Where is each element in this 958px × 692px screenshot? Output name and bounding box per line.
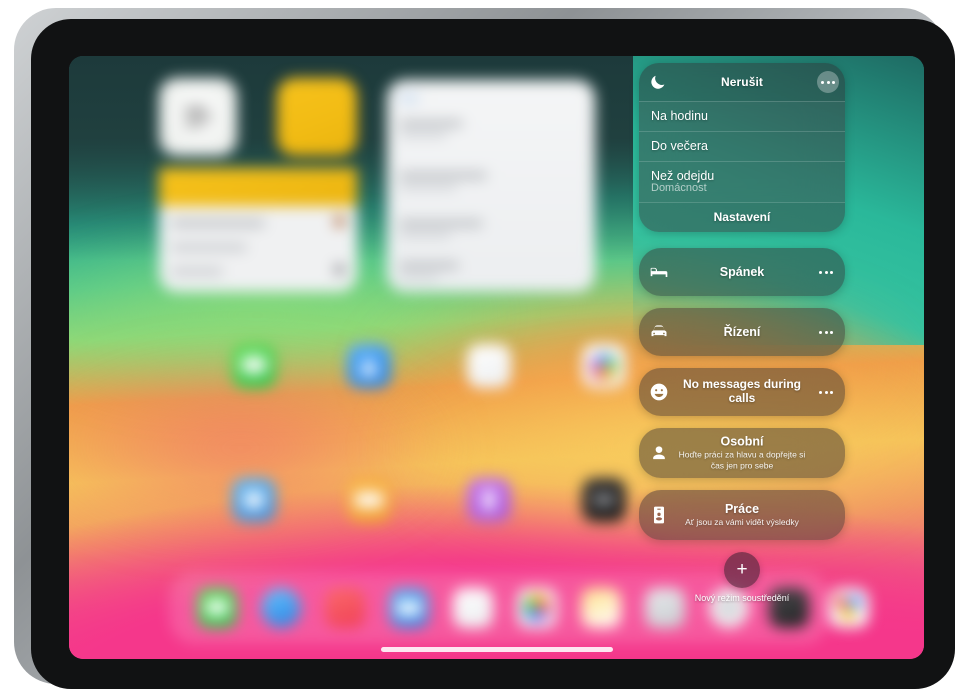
focus-mode-text: Práce Ať jsou za vámi vidět výsledky: [673, 502, 811, 528]
dnd-option-label: Na hodinu: [651, 109, 708, 123]
focus-mode-no-messages-during-calls[interactable]: No messages during calls: [639, 368, 845, 416]
dnd-title: Nerušit: [720, 75, 764, 89]
app-icon-facetime: [232, 478, 276, 522]
focus-mode-work[interactable]: Práce Ať jsou za vámi vidět výsledky: [639, 490, 845, 540]
app-icon-files: [467, 344, 511, 388]
plus-icon: +: [736, 558, 748, 580]
focus-mode-personal[interactable]: Osobní Hoďte práci za hlavu a dopřejte s…: [639, 428, 845, 478]
focus-control-column: Nerušit Na hodinu Do večera Než odejdu D…: [639, 63, 851, 603]
dock-icon-mail: [389, 588, 429, 628]
focus-mode-subtitle: Ať jsou za vámi vidět výsledky: [685, 517, 799, 528]
add-focus-button[interactable]: +: [724, 552, 760, 588]
dnd-header[interactable]: Nerušit: [639, 63, 845, 101]
focus-mode-subtitle: Hoďte práci za hlavu a dopřejte si čas j…: [678, 450, 806, 471]
focus-mode-driving[interactable]: Řízení: [639, 308, 845, 356]
focus-mode-text: Osobní Hoďte práci za hlavu a dopřejte s…: [673, 435, 811, 472]
dnd-option-for-an-hour[interactable]: Na hodinu: [639, 101, 845, 131]
home-indicator[interactable]: [380, 647, 613, 652]
focus-mode-text: No messages during calls: [673, 377, 811, 406]
ellipsis-icon[interactable]: [819, 330, 837, 334]
dnd-option-until-i-leave[interactable]: Než odejdu Domácnost: [639, 161, 845, 202]
dock-icon-music: [325, 588, 365, 628]
focus-mode-title: No messages during calls: [682, 377, 802, 405]
ipad-device-frame: Nerušit Na hodinu Do večera Než odejdu D…: [14, 8, 955, 689]
ellipsis-icon[interactable]: [819, 390, 837, 394]
widget-clock: [159, 78, 237, 156]
do-not-disturb-card[interactable]: Nerušit Na hodinu Do večera Než odejdu D…: [639, 63, 845, 232]
app-icon-dark: [582, 478, 626, 522]
focus-mode-text: Spánek: [673, 265, 811, 279]
focus-mode-title: Řízení: [723, 324, 761, 339]
focus-mode-title: Spánek: [719, 264, 765, 279]
focus-mode-text: Řízení: [673, 325, 811, 339]
ellipsis-icon[interactable]: [817, 71, 839, 93]
app-icon-messages: [232, 344, 276, 388]
person-icon: [653, 446, 665, 460]
dock-icon-photos-alt: [581, 588, 621, 628]
badge-icon: [654, 506, 664, 524]
bed-icon: [650, 267, 668, 277]
dock-icon-photos: [517, 588, 557, 628]
new-focus-group: + Nový režim soustředění: [639, 552, 845, 603]
smiley-icon: [650, 383, 668, 401]
dnd-option-sublabel: Domácnost: [651, 182, 707, 194]
app-icon-photos: [582, 344, 626, 388]
dnd-settings-button[interactable]: Nastavení: [639, 202, 845, 232]
app-icon-appstore: [347, 344, 391, 388]
dock-icon-messages: [197, 588, 237, 628]
app-icon-notes: [347, 478, 391, 522]
moon-icon: [651, 75, 665, 89]
focus-mode-title: Osobní: [720, 434, 764, 449]
dnd-option-label: Než odejdu: [651, 169, 715, 183]
widget-reminders: [159, 168, 357, 292]
dnd-option-label: Do večera: [651, 139, 708, 153]
widget-mail-list: [387, 80, 595, 292]
car-icon: [651, 325, 667, 337]
widget-notes-yellow: [277, 78, 357, 156]
add-focus-label: Nový režim soustředění: [694, 593, 790, 603]
ipad-screen: Nerušit Na hodinu Do večera Než odejdu D…: [69, 56, 924, 659]
app-icon-podcasts: [467, 478, 511, 522]
ellipsis-icon[interactable]: [819, 270, 837, 274]
dock-icon-safari: [261, 588, 301, 628]
dock-icon-notes-white: [453, 588, 493, 628]
focus-mode-sleep[interactable]: Spánek: [639, 248, 845, 296]
dnd-option-until-evening[interactable]: Do večera: [639, 131, 845, 161]
focus-mode-title: Práce: [724, 502, 760, 516]
